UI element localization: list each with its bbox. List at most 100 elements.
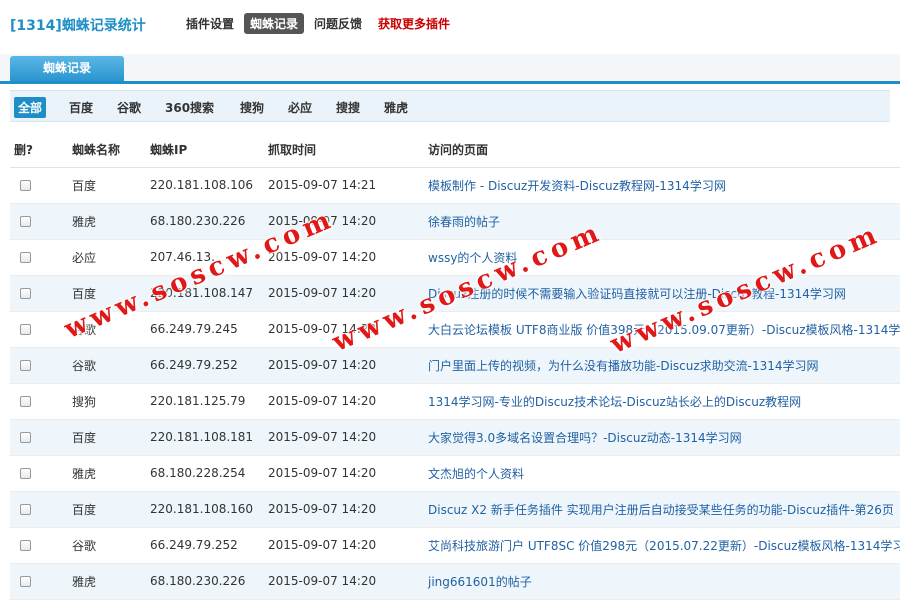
filter-yahoo[interactable]: 雅虎 — [380, 97, 412, 118]
spider-ip: 68.180.228.254 — [140, 455, 258, 492]
visited-page-cell: 徐春雨的帖子 — [418, 203, 900, 240]
nav-feedback[interactable]: 问题反馈 — [308, 13, 368, 34]
table-row: 百度 220.181.108.106 2015-09-07 14:21 模板制作 - … — [10, 167, 900, 204]
visited-page-cell: Discuz X2 新手任务插件 实现用户注册后自动接受某些任务的功能-Disc… — [418, 491, 900, 528]
spider-ip: 220.181.108.147 — [140, 275, 258, 312]
visited-page-cell: 文杰旭的个人资料 — [418, 455, 900, 492]
delete-checkbox[interactable] — [20, 216, 31, 227]
filter-sogou[interactable]: 搜狗 — [236, 97, 268, 118]
visited-page-link[interactable]: 徐春雨的帖子 — [428, 215, 500, 229]
visited-page-link[interactable]: 文杰旭的个人资料 — [428, 467, 524, 481]
delete-checkbox[interactable] — [20, 468, 31, 479]
visited-page-cell: 大家觉得3.0多域名设置合理吗？-Discuz动态-1314学习网 — [418, 419, 900, 456]
col-ip-header: 蜘蛛IP — [140, 133, 258, 168]
row-delete-cell — [10, 455, 62, 492]
tab-spider-records[interactable]: 蜘蛛记录 — [10, 56, 124, 81]
visited-page-link[interactable]: Discuz注册的时候不需要输入验证码直接就可以注册-Discuz教程-1314… — [428, 287, 846, 301]
filter-google[interactable]: 谷歌 — [113, 97, 145, 118]
visited-page-link[interactable]: 大白云论坛模板 UTF8商业版 价值398元（2015.09.07更新）-Dis… — [428, 323, 900, 337]
crawl-time: 2015-09-07 14:20 — [258, 311, 418, 348]
header: [1314]蜘蛛记录统计 插件设置 蜘蛛记录 问题反馈 获取更多插件 — [0, 0, 900, 48]
delete-checkbox[interactable] — [20, 540, 31, 551]
table-row: 雅虎 68.180.230.226 2015-09-07 14:20 jing6616… — [10, 563, 900, 600]
table-row: 百度 220.181.108.147 2015-09-07 14:20 Discuz注… — [10, 275, 900, 312]
delete-checkbox[interactable] — [20, 360, 31, 371]
spider-name: 雅虎 — [62, 455, 140, 492]
row-delete-cell — [10, 383, 62, 420]
row-delete-cell — [10, 491, 62, 528]
col-time-header: 抓取时间 — [258, 133, 418, 168]
spider-name: 谷歌 — [62, 311, 140, 348]
nav-plugin-settings[interactable]: 插件设置 — [180, 13, 240, 34]
visited-page-cell: 模板制作 - Discuz开发资料-Discuz教程网-1314学习网 — [418, 167, 900, 204]
spider-name: 百度 — [62, 491, 140, 528]
col-delete-header: 删? — [10, 133, 62, 168]
crawl-time: 2015-09-07 14:20 — [258, 239, 418, 276]
spider-name: 百度 — [62, 419, 140, 456]
filter-360[interactable]: 360搜索 — [161, 97, 218, 118]
engine-filter-bar: 全部 百度 谷歌 360搜索 搜狗 必应 搜搜 雅虎 — [10, 90, 890, 122]
row-delete-cell — [10, 563, 62, 600]
spider-name: 谷歌 — [62, 527, 140, 564]
filter-baidu[interactable]: 百度 — [65, 97, 97, 118]
top-nav: 插件设置 蜘蛛记录 问题反馈 获取更多插件 — [180, 13, 460, 34]
spider-name: 搜狗 — [62, 383, 140, 420]
filter-bing[interactable]: 必应 — [284, 97, 316, 118]
delete-checkbox[interactable] — [20, 324, 31, 335]
row-delete-cell — [10, 167, 62, 204]
table-row: 搜狗 220.181.125.79 2015-09-07 14:20 1314学习网-… — [10, 383, 900, 420]
spider-ip: 220.181.108.160 — [140, 491, 258, 528]
filter-all[interactable]: 全部 — [14, 97, 47, 118]
delete-checkbox[interactable] — [20, 288, 31, 299]
delete-checkbox[interactable] — [20, 252, 31, 263]
delete-checkbox[interactable] — [20, 180, 31, 191]
nav-spider-records[interactable]: 蜘蛛记录 — [244, 13, 305, 34]
spider-ip: 68.180.230.226 — [140, 563, 258, 600]
visited-page-link[interactable]: 门户里面上传的视频，为什么没有播放功能-Discuz求助交流-1314学习网 — [428, 359, 819, 373]
spider-ip: 66.249.79.252 — [140, 347, 258, 384]
app-title: [1314]蜘蛛记录统计 — [10, 18, 146, 34]
row-delete-cell — [10, 275, 62, 312]
spider-name: 雅虎 — [62, 203, 140, 240]
nav-more-plugins[interactable]: 获取更多插件 — [372, 13, 456, 34]
visited-page-cell: 1314学习网-专业的Discuz技术论坛-Discuz站长必上的Discuz教… — [418, 383, 900, 420]
visited-page-link[interactable]: 1314学习网-专业的Discuz技术论坛-Discuz站长必上的Discuz教… — [428, 395, 801, 409]
delete-checkbox[interactable] — [20, 432, 31, 443]
table-row: 必应 207.46.13. 2015-09-07 14:20 wssy的个人资料 — [10, 239, 900, 276]
crawl-time: 2015-09-07 14:20 — [258, 347, 418, 384]
table-row: 谷歌 66.249.79.252 2015-09-07 14:20 门户里面上传的视频… — [10, 347, 900, 384]
delete-checkbox[interactable] — [20, 504, 31, 515]
visited-page-link[interactable]: 模板制作 - Discuz开发资料-Discuz教程网-1314学习网 — [428, 179, 726, 193]
delete-checkbox[interactable] — [20, 396, 31, 407]
row-delete-cell — [10, 347, 62, 384]
visited-page-link[interactable]: 大家觉得3.0多域名设置合理吗？-Discuz动态-1314学习网 — [428, 431, 742, 445]
spider-ip: 220.181.108.181 — [140, 419, 258, 456]
crawl-time: 2015-09-07 14:20 — [258, 275, 418, 312]
visited-page-cell: wssy的个人资料 — [418, 239, 900, 276]
filter-soso[interactable]: 搜搜 — [332, 97, 364, 118]
tab-bar: 蜘蛛记录 — [0, 54, 900, 84]
crawl-time: 2015-09-07 14:20 — [258, 527, 418, 564]
table-row: 雅虎 68.180.228.254 2015-09-07 14:20 文杰旭的个人资料 — [10, 455, 900, 492]
crawl-time: 2015-09-07 14:20 — [258, 203, 418, 240]
table-row: 百度 220.181.108.181 2015-09-07 14:20 大家觉得3.0… — [10, 419, 900, 456]
visited-page-link[interactable]: jing661601的帖子 — [428, 575, 532, 589]
visited-page-cell: 艾尚科技旅游门户 UTF8SC 价值298元（2015.07.22更新）-Dis… — [418, 527, 900, 564]
table-row: 谷歌 66.249.79.252 2015-09-07 14:20 艾尚科技旅游门户 … — [10, 527, 900, 564]
spider-name: 谷歌 — [62, 347, 140, 384]
crawl-time: 2015-09-07 14:20 — [258, 383, 418, 420]
delete-checkbox[interactable] — [20, 576, 31, 587]
row-delete-cell — [10, 311, 62, 348]
crawl-time: 2015-09-07 14:21 — [258, 167, 418, 204]
spider-name: 百度 — [62, 275, 140, 312]
col-page-header: 访问的页面 — [418, 133, 900, 168]
visited-page-cell: jing661601的帖子 — [418, 563, 900, 600]
row-delete-cell — [10, 527, 62, 564]
visited-page-link[interactable]: Discuz X2 新手任务插件 实现用户注册后自动接受某些任务的功能-Disc… — [428, 503, 894, 517]
table-row: 百度 220.181.108.160 2015-09-07 14:20 Discuz … — [10, 491, 900, 528]
visited-page-cell: 门户里面上传的视频，为什么没有播放功能-Discuz求助交流-1314学习网 — [418, 347, 900, 384]
visited-page-cell: Discuz注册的时候不需要输入验证码直接就可以注册-Discuz教程-1314… — [418, 275, 900, 312]
visited-page-link[interactable]: wssy的个人资料 — [428, 251, 517, 265]
table-row: 雅虎 68.180.230.226 2015-09-07 14:20 徐春雨的帖子 — [10, 203, 900, 240]
visited-page-link[interactable]: 艾尚科技旅游门户 UTF8SC 价值298元（2015.07.22更新）-Dis… — [428, 539, 900, 553]
